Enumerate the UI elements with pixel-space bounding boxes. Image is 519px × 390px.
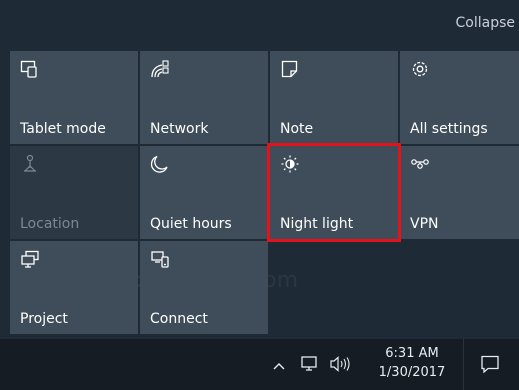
tablet-mode-icon — [20, 59, 40, 79]
tile-note[interactable]: Note — [270, 51, 398, 144]
vpn-icon — [410, 154, 430, 174]
tile-label: Connect — [150, 311, 208, 327]
tile-vpn[interactable]: VPN — [400, 146, 519, 239]
action-center-panel: http://winaero.com http://winaero.com Co… — [0, 0, 519, 339]
tile-label: Tablet mode — [20, 121, 106, 137]
tile-label: All settings — [410, 121, 488, 137]
action-center-icon — [480, 354, 500, 378]
clock-time: 6:31 AM — [385, 346, 439, 361]
clock-date: 1/30/2017 — [378, 365, 446, 380]
quick-actions-grid: Tablet mode Network Note All settings Lo… — [10, 51, 519, 334]
taskbar: 6:31 AM 1/30/2017 — [0, 339, 519, 390]
tile-label: Quiet hours — [150, 216, 232, 232]
project-icon — [20, 249, 40, 269]
chevron-up-icon[interactable] — [272, 357, 286, 376]
tile-night-light[interactable]: Night light — [270, 146, 398, 239]
tile-label: Network — [150, 121, 209, 137]
location-icon — [20, 154, 40, 174]
connect-icon — [150, 249, 170, 269]
tile-label: Location — [20, 216, 80, 232]
tile-tablet-mode[interactable]: Tablet mode — [10, 51, 138, 144]
settings-icon — [410, 59, 430, 79]
tile-connect[interactable]: Connect — [140, 241, 268, 334]
clock[interactable]: 6:31 AM 1/30/2017 — [372, 344, 452, 382]
tile-label: VPN — [410, 216, 439, 232]
volume-icon[interactable] — [329, 355, 351, 377]
night-light-icon — [280, 154, 300, 174]
collapse-button[interactable]: Collapse — [456, 15, 516, 31]
network-icon[interactable] — [300, 355, 320, 377]
network-icon — [150, 59, 170, 79]
moon-icon — [150, 154, 170, 174]
note-icon — [280, 59, 300, 79]
tile-quiet-hours[interactable]: Quiet hours — [140, 146, 268, 239]
tile-network[interactable]: Network — [140, 51, 268, 144]
action-center-button[interactable] — [463, 339, 516, 390]
tile-label: Night light — [280, 216, 354, 232]
tile-all-settings[interactable]: All settings — [400, 51, 519, 144]
tile-location[interactable]: Location — [10, 146, 138, 239]
tile-label: Note — [280, 121, 314, 137]
tile-project[interactable]: Project — [10, 241, 138, 334]
tile-label: Project — [20, 311, 68, 327]
